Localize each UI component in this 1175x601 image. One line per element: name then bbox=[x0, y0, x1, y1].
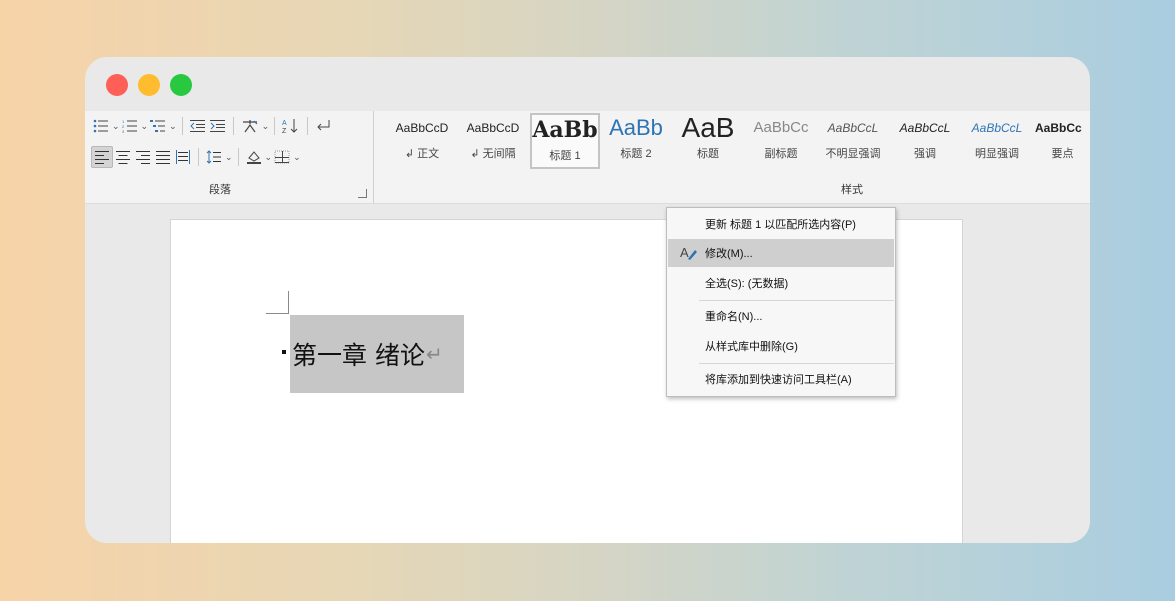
menu-item-rename[interactable]: 重命名(N)... bbox=[668, 302, 894, 330]
style-sample: AaBbCcD bbox=[466, 121, 520, 135]
distributed-icon[interactable] bbox=[173, 147, 193, 167]
style-sample: AaBbCcL bbox=[827, 121, 879, 135]
separator bbox=[198, 148, 199, 166]
align-right-icon[interactable] bbox=[133, 147, 153, 167]
separator bbox=[237, 148, 239, 166]
style-sample: AaBbCcD bbox=[395, 121, 449, 135]
menu-item-remove-from-gallery[interactable]: 从样式库中删除(G) bbox=[668, 332, 894, 360]
paragraph-group: ⌄ 123 ⌄ ⌄ ⌄ A Z ⌄ ⌄ ⌄ 段落 bbox=[85, 111, 373, 203]
style-no-spacing[interactable]: AaBbCcD ↲ 无间隔 bbox=[460, 113, 526, 165]
sort-icon[interactable]: AZ bbox=[280, 116, 302, 136]
paragraph-mark-icon: ↵ bbox=[425, 343, 443, 366]
multilevel-list-icon[interactable] bbox=[148, 116, 168, 136]
paragraph-row-2: ⌄ ⌄ ⌄ bbox=[91, 146, 301, 168]
chevron-down-icon[interactable]: ⌄ bbox=[112, 121, 120, 132]
styles-group-label: 样式 bbox=[841, 184, 863, 196]
style-normal[interactable]: AaBbCcD ↲ 正文 bbox=[389, 113, 455, 165]
title-bar bbox=[85, 57, 1090, 111]
style-context-menu: 更新 标题 1 以匹配所选内容(P) A 修改(M)... 全选(S): (无数… bbox=[666, 207, 896, 397]
style-heading-1[interactable]: AaBb 标题 1 bbox=[530, 113, 600, 169]
menu-item-label: 修改(M)... bbox=[705, 248, 753, 260]
svg-text:A: A bbox=[282, 120, 287, 127]
paragraph-row-1: ⌄ 123 ⌄ ⌄ ⌄ A Z bbox=[91, 115, 333, 137]
menu-item-label: 更新 标题 1 以匹配所选内容(P) bbox=[705, 219, 856, 231]
chevron-down-icon[interactable]: ⌄ bbox=[293, 152, 301, 163]
show-marks-icon[interactable] bbox=[313, 116, 333, 136]
style-subtitle[interactable]: AaBbCc 副标题 bbox=[748, 113, 814, 165]
group-separator bbox=[373, 111, 374, 203]
style-name: 标题 2 bbox=[620, 148, 652, 160]
menu-separator bbox=[699, 363, 894, 364]
borders-icon[interactable] bbox=[272, 147, 292, 167]
style-name: 标题 1 bbox=[549, 150, 581, 162]
svg-text:Z: Z bbox=[282, 128, 287, 134]
menu-item-label: 重命名(N)... bbox=[705, 311, 763, 323]
styles-gallery: AaBbCcD ↲ 正文 AaBbCcD ↲ 无间隔 AaBb 标题 1 AaB… bbox=[385, 111, 1090, 203]
numbering-icon[interactable]: 123 bbox=[120, 116, 140, 136]
chevron-down-icon[interactable]: ⌄ bbox=[262, 121, 270, 132]
selected-heading[interactable]: 第一章 绪论 ↵ bbox=[290, 315, 464, 393]
increase-indent-icon[interactable] bbox=[208, 116, 228, 136]
chevron-down-icon[interactable]: ⌄ bbox=[141, 121, 149, 132]
paragraph-marker bbox=[282, 350, 286, 354]
svg-text:3: 3 bbox=[122, 129, 125, 133]
style-sample: AaB bbox=[681, 113, 735, 143]
style-name: 明显强调 bbox=[975, 148, 1019, 160]
paragraph-group-label: 段落 bbox=[209, 184, 231, 196]
crop-mark-top-left bbox=[266, 291, 289, 314]
style-name: 副标题 bbox=[764, 148, 798, 160]
align-left-icon[interactable] bbox=[91, 146, 113, 168]
word-window: ⌄ 123 ⌄ ⌄ ⌄ A Z ⌄ ⌄ ⌄ 段落 AaBbCcD ↲ 正文 Aa… bbox=[85, 57, 1090, 543]
ribbon: ⌄ 123 ⌄ ⌄ ⌄ A Z ⌄ ⌄ ⌄ 段落 AaBbCcD ↲ 正文 Aa… bbox=[85, 111, 1090, 204]
menu-item-label: 从样式库中删除(G) bbox=[705, 341, 798, 353]
bullets-icon[interactable] bbox=[91, 116, 111, 136]
align-center-icon[interactable] bbox=[113, 147, 133, 167]
style-intense-emphasis[interactable]: AaBbCcL 明显强调 bbox=[964, 113, 1030, 165]
style-name: ↲ 无间隔 bbox=[470, 148, 516, 160]
menu-item-select-all[interactable]: 全选(S): (无数据) bbox=[668, 269, 894, 297]
line-spacing-icon[interactable] bbox=[204, 147, 224, 167]
style-sample: AaBb bbox=[532, 117, 598, 143]
separator bbox=[307, 117, 309, 135]
modify-style-icon: A bbox=[680, 245, 698, 264]
svg-text:A: A bbox=[680, 245, 689, 260]
style-strong[interactable]: AaBbCc 要点 bbox=[1035, 113, 1090, 165]
style-sample: AaBb bbox=[609, 115, 663, 140]
style-subtle-emphasis[interactable]: AaBbCcL 不明显强调 bbox=[820, 113, 886, 165]
style-heading-2[interactable]: AaBb 标题 2 bbox=[603, 113, 669, 165]
style-name: ↲ 正文 bbox=[404, 148, 440, 160]
style-sample: AaBbCcL bbox=[971, 121, 1023, 135]
justify-icon[interactable] bbox=[153, 147, 173, 167]
style-name: 不明显强调 bbox=[825, 148, 881, 160]
document-area[interactable]: 第一章 绪论 ↵ bbox=[85, 204, 1090, 543]
close-window-button[interactable] bbox=[106, 74, 128, 96]
minimize-window-button[interactable] bbox=[138, 74, 160, 96]
chevron-down-icon[interactable]: ⌄ bbox=[225, 152, 233, 163]
separator bbox=[274, 117, 276, 135]
separator bbox=[181, 117, 183, 135]
style-name: 强调 bbox=[914, 148, 936, 160]
menu-separator bbox=[699, 300, 894, 301]
menu-item-add-to-quick-access[interactable]: 将库添加到快速访问工具栏(A) bbox=[668, 365, 894, 393]
style-sample: AaBbCcL bbox=[899, 121, 951, 135]
menu-item-modify[interactable]: A 修改(M)... bbox=[668, 239, 894, 267]
chevron-down-icon[interactable]: ⌄ bbox=[265, 152, 273, 163]
style-sample: AaBbCc bbox=[753, 119, 809, 136]
chinese-layout-icon[interactable] bbox=[239, 116, 261, 136]
paragraph-dialog-launcher-icon[interactable] bbox=[358, 189, 367, 198]
style-name: 标题 bbox=[697, 148, 719, 160]
style-sample: AaBbCc bbox=[1035, 121, 1082, 135]
menu-item-label: 将库添加到快速访问工具栏(A) bbox=[705, 374, 852, 386]
style-title[interactable]: AaB 标题 bbox=[675, 113, 741, 165]
separator bbox=[232, 117, 234, 135]
decrease-indent-icon[interactable] bbox=[188, 116, 208, 136]
style-name: 要点 bbox=[1051, 148, 1074, 160]
heading-text[interactable]: 第一章 绪论 bbox=[290, 336, 425, 372]
zoom-window-button[interactable] bbox=[170, 74, 192, 96]
menu-item-update-to-match[interactable]: 更新 标题 1 以匹配所选内容(P) bbox=[668, 210, 894, 238]
style-emphasis[interactable]: AaBbCcL 强调 bbox=[892, 113, 958, 165]
chevron-down-icon[interactable]: ⌄ bbox=[169, 121, 177, 132]
shading-icon[interactable] bbox=[244, 147, 264, 167]
menu-item-label: 全选(S): (无数据) bbox=[705, 278, 789, 290]
